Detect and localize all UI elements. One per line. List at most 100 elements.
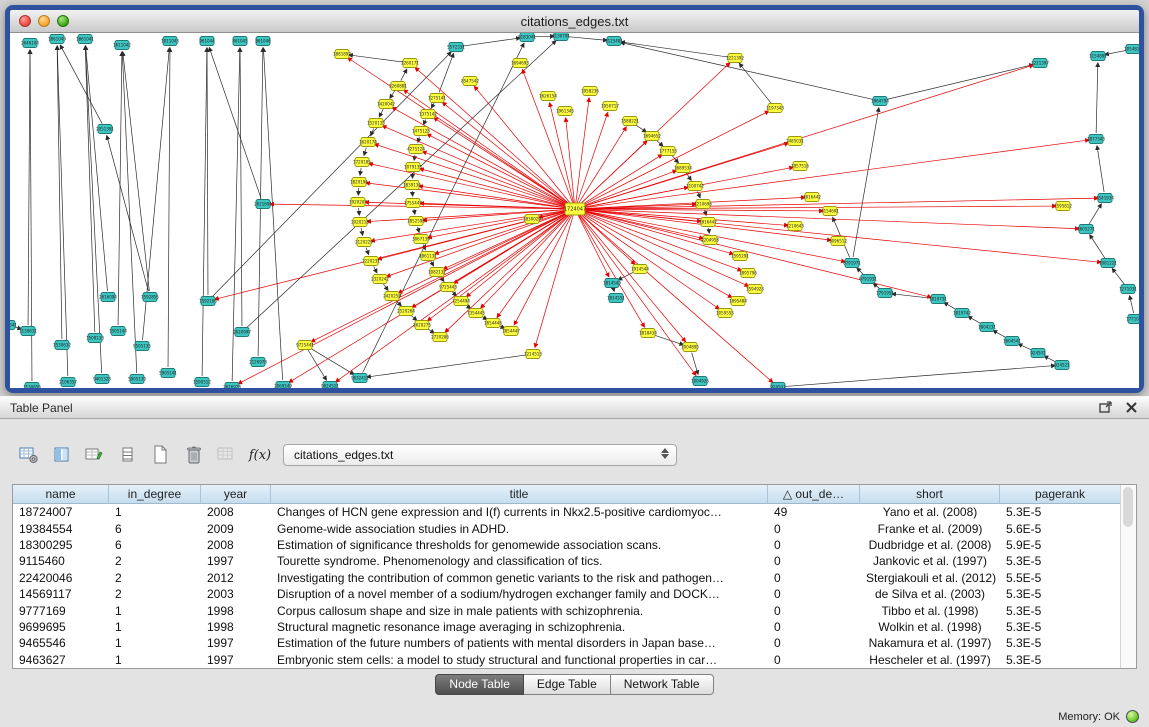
network-table-selector[interactable]: citations_edges.txt bbox=[283, 444, 677, 466]
column-header-name[interactable]: name bbox=[13, 485, 109, 503]
table-row[interactable]: 946362711997Embryonic stem cells: a mode… bbox=[13, 652, 1121, 668]
create-column-button[interactable] bbox=[148, 442, 174, 468]
cell-year: 1997 bbox=[201, 653, 271, 667]
table-row[interactable]: 1872400712008Changes of HCN gene express… bbox=[13, 504, 1121, 520]
graph-node-label: 1210696 bbox=[694, 201, 712, 206]
table-row[interactable]: 1830029562008Estimation of significance … bbox=[13, 537, 1121, 553]
column-header-year[interactable]: year bbox=[201, 485, 271, 503]
cell-in_degree: 1 bbox=[109, 636, 201, 650]
close-button[interactable] bbox=[19, 15, 31, 27]
table-row[interactable]: 1456911722003Disruption of a novel membe… bbox=[13, 586, 1121, 602]
graph-edge bbox=[579, 214, 686, 342]
table-header-row: namein_degreeyeartitle△ out_de…shortpage… bbox=[13, 485, 1121, 504]
table-mode-button[interactable] bbox=[16, 442, 42, 468]
graph-edge bbox=[431, 261, 434, 266]
graph-node-label: 2069149 bbox=[274, 383, 292, 388]
cell-pagerank: 5.3E-5 bbox=[1000, 587, 1121, 601]
graph-edge bbox=[238, 212, 569, 384]
graph-edge bbox=[581, 197, 805, 208]
import-table-button[interactable] bbox=[214, 442, 240, 468]
graph-node-label: 2220231 bbox=[362, 258, 380, 263]
graph-edge bbox=[404, 90, 570, 206]
cell-out_de: 0 bbox=[768, 554, 860, 568]
graph-node-label: 1210643 bbox=[786, 223, 804, 228]
graph-node-label: 1895796 bbox=[739, 270, 757, 275]
graph-edge bbox=[365, 202, 569, 209]
table-row[interactable]: 946554611997Estimation of the future num… bbox=[13, 635, 1121, 651]
scrollbar-thumb[interactable] bbox=[1123, 487, 1133, 527]
graph-node-label: 1814549 bbox=[603, 280, 621, 285]
edit-columns-button[interactable] bbox=[82, 442, 108, 468]
graph-edge bbox=[1090, 235, 1105, 258]
column-header-pagerank[interactable]: pagerank bbox=[1000, 485, 1121, 503]
float-panel-icon[interactable] bbox=[1098, 400, 1113, 415]
cell-name: 9699695 bbox=[13, 620, 109, 634]
column-header-title[interactable]: title bbox=[271, 485, 768, 503]
graph-node-label: 2621691 bbox=[254, 201, 272, 206]
graph-edge bbox=[533, 36, 554, 37]
function-builder-button[interactable]: f(x) bbox=[247, 442, 273, 468]
graph-node-label: 9632412 bbox=[351, 375, 369, 380]
graph-node-label: 1530632 bbox=[53, 342, 71, 347]
cell-pagerank: 5.9E-5 bbox=[1000, 538, 1121, 552]
graph-node-label: 1791951 bbox=[876, 290, 894, 295]
graph-edge bbox=[85, 46, 101, 373]
row-height-button[interactable] bbox=[115, 442, 141, 468]
graph-node-label: 6791931 bbox=[859, 276, 877, 281]
delete-column-button[interactable] bbox=[181, 442, 207, 468]
graph-node-label: 1819731 bbox=[929, 296, 947, 301]
graph-edge bbox=[215, 210, 569, 299]
column-header-out_de[interactable]: △ out_de… bbox=[768, 485, 860, 503]
cell-pagerank: 5.6E-5 bbox=[1000, 522, 1121, 536]
graph-node-label: 9725443 bbox=[439, 284, 457, 289]
close-panel-icon[interactable] bbox=[1124, 400, 1139, 415]
table-row[interactable]: 977716911998Corpus callosum shape and si… bbox=[13, 602, 1121, 618]
graph-edge bbox=[207, 48, 208, 295]
graph-edge bbox=[1096, 63, 1098, 133]
zoom-button[interactable] bbox=[57, 15, 69, 27]
cell-out_de: 49 bbox=[768, 505, 860, 519]
graph-node-label: 1611042 bbox=[113, 42, 131, 47]
graph-edge bbox=[364, 148, 366, 156]
graph-node-label: 1604541 bbox=[1003, 338, 1021, 343]
graph-node-label: 8791971 bbox=[843, 260, 861, 265]
window-titlebar[interactable]: citations_edges.txt bbox=[10, 10, 1139, 33]
graph-node-label: 1694693 bbox=[511, 60, 529, 65]
tab-edge-table[interactable]: Edge Table bbox=[524, 674, 611, 695]
graph-node-label: 2720286 bbox=[431, 334, 449, 339]
cell-short: de Silva et al. (2003) bbox=[860, 587, 1000, 601]
cell-year: 1998 bbox=[201, 620, 271, 634]
network-canvas[interactable]: 1724047264610418610491861041161104218110… bbox=[10, 33, 1139, 388]
cell-out_de: 0 bbox=[768, 636, 860, 650]
table-row[interactable]: 911546021997Tourette syndrome. Phenomeno… bbox=[13, 553, 1121, 569]
graph-edge bbox=[392, 107, 570, 206]
graph-edge bbox=[580, 111, 768, 206]
tab-network-table[interactable]: Network Table bbox=[611, 674, 714, 695]
table-row[interactable]: 969969511998Structural magnetic resonanc… bbox=[13, 619, 1121, 635]
show-columns-button[interactable] bbox=[49, 442, 75, 468]
cell-year: 2003 bbox=[201, 587, 271, 601]
cell-title: Corpus callosum shape and size in male p… bbox=[271, 604, 768, 618]
vertical-scrollbar[interactable] bbox=[1120, 485, 1136, 668]
graph-edge bbox=[443, 211, 569, 269]
table-row[interactable]: 1938455462009Genome-wide association stu… bbox=[13, 520, 1121, 536]
graph-node-label: 7254494 bbox=[452, 298, 470, 303]
tab-node-table[interactable]: Node Table bbox=[435, 674, 524, 695]
graph-node-label: 1197343 bbox=[766, 105, 784, 110]
column-header-short[interactable]: short bbox=[860, 485, 1000, 503]
graph-node-label: 9624511 bbox=[321, 383, 339, 388]
graph-edge bbox=[168, 48, 170, 367]
status-bar: Memory: OK bbox=[1058, 710, 1139, 723]
minimize-button[interactable] bbox=[38, 15, 50, 27]
graph-edge bbox=[60, 45, 102, 124]
column-header-in_degree[interactable]: in_degree bbox=[109, 485, 201, 503]
graph-edge bbox=[635, 124, 646, 132]
cell-name: 9777169 bbox=[13, 604, 109, 618]
graph-node-label: 1958236 bbox=[581, 88, 599, 93]
table-row[interactable]: 2242004622012Investigating the contribut… bbox=[13, 570, 1121, 586]
graph-node-label: 1004895 bbox=[681, 344, 699, 349]
graph-edge bbox=[739, 63, 771, 103]
graph-node-label: 1616442 bbox=[803, 194, 821, 199]
graph-node-label: 1081221 bbox=[1099, 260, 1117, 265]
graph-edge bbox=[86, 46, 108, 291]
